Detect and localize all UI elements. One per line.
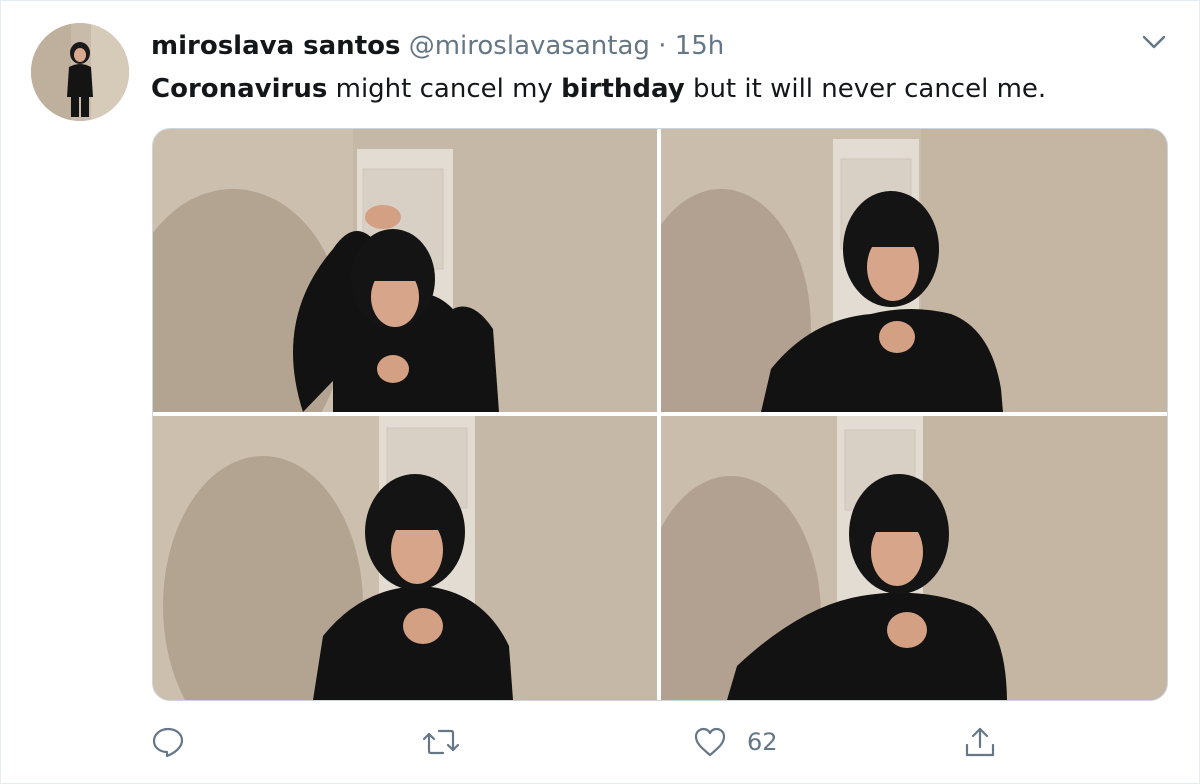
- tweet-header: miroslava santos @miroslavasantag · 15h: [151, 29, 724, 63]
- retweet-icon: [422, 729, 460, 755]
- display-name[interactable]: miroslava santos: [151, 31, 400, 61]
- timestamp[interactable]: 15h: [675, 31, 725, 61]
- like-count: 62: [747, 728, 778, 756]
- separator-dot: ·: [658, 31, 667, 61]
- text-plain-1: might cancel my: [327, 74, 562, 104]
- tweet-card[interactable]: miroslava santos @miroslavasantag · 15h …: [0, 0, 1200, 784]
- photo-3[interactable]: [153, 416, 657, 700]
- chevron-down-icon[interactable]: [1139, 27, 1169, 57]
- photo-4[interactable]: [661, 416, 1167, 700]
- heart-icon: [694, 727, 726, 757]
- text-bold-coronavirus: Coronavirus: [151, 74, 328, 104]
- text-plain-2: but it will never cancel me.: [684, 74, 1047, 104]
- photo-2[interactable]: [661, 129, 1167, 412]
- tweet-actions: 62: [1, 719, 1200, 765]
- like-button[interactable]: 62: [693, 719, 778, 765]
- media-grid: [152, 128, 1168, 701]
- reply-button[interactable]: [151, 719, 185, 765]
- text-bold-birthday: birthday: [561, 74, 685, 104]
- user-handle[interactable]: @miroslavasantag: [409, 31, 650, 61]
- photo-1[interactable]: [153, 129, 657, 412]
- share-button[interactable]: [963, 719, 997, 765]
- avatar-photo: [31, 23, 129, 121]
- share-icon: [965, 727, 995, 757]
- retweet-button[interactable]: [421, 719, 461, 765]
- reply-icon: [152, 727, 184, 758]
- tweet-text: Coronavirus might cancel my birthday but…: [151, 71, 1046, 107]
- avatar[interactable]: [31, 23, 129, 121]
